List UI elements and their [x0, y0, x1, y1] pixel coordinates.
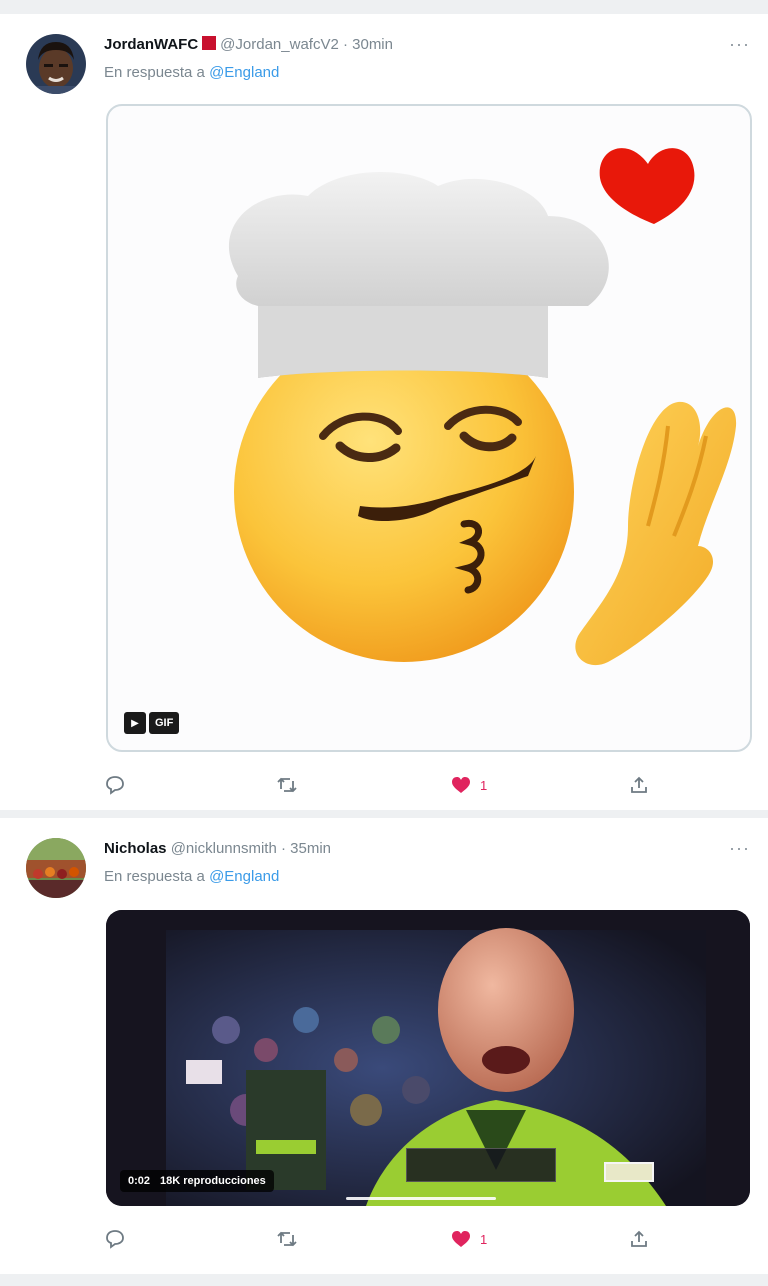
- retweet-icon: [277, 777, 297, 793]
- retweet-icon: [277, 1231, 297, 1247]
- video-progress-bar[interactable]: [346, 1197, 496, 1200]
- more-icon[interactable]: ···: [729, 838, 750, 859]
- tweet[interactable]: Nicholas @nicklunnsmith · 35min En respu…: [0, 818, 768, 1274]
- timestamp[interactable]: · 35min: [281, 840, 331, 857]
- divider: [0, 810, 768, 818]
- like-button[interactable]: 1: [450, 770, 487, 800]
- video-duration: 0:02: [128, 1175, 151, 1187]
- like-count: 1: [480, 777, 488, 793]
- reply-icon: [106, 776, 124, 795]
- reply-mention-link[interactable]: @England: [209, 64, 279, 81]
- reply-button[interactable]: [104, 770, 126, 800]
- gif-media[interactable]: ▶ GIF: [106, 104, 752, 752]
- reply-icon: [106, 1230, 124, 1249]
- avatar[interactable]: [26, 34, 86, 94]
- divider: [0, 1274, 768, 1286]
- display-name[interactable]: JordanWAFC: [104, 36, 198, 53]
- display-name[interactable]: Nicholas: [104, 840, 167, 857]
- share-icon: [631, 776, 647, 793]
- like-count: 1: [480, 1231, 488, 1247]
- reply-prefix: En respuesta a: [104, 868, 205, 885]
- share-button[interactable]: [628, 770, 650, 800]
- heart-filled-icon: [452, 1231, 470, 1247]
- flag-icon: [202, 36, 217, 50]
- timestamp[interactable]: · 30min: [343, 36, 393, 53]
- video-media[interactable]: 0:02 18K reproducciones: [106, 910, 750, 1206]
- tweet-actions: 1: [104, 770, 664, 800]
- chef-kiss-emoji-image: [228, 148, 737, 666]
- avatar[interactable]: [26, 838, 86, 898]
- play-icon[interactable]: ▶: [124, 712, 146, 734]
- reply-context: En respuesta a @England: [104, 64, 279, 81]
- reply-mention-link[interactable]: @England: [209, 868, 279, 885]
- gif-label: GIF: [149, 712, 180, 734]
- retweet-button[interactable]: [276, 1224, 298, 1254]
- reply-prefix: En respuesta a: [104, 64, 205, 81]
- reply-context: En respuesta a @England: [104, 868, 279, 885]
- more-icon[interactable]: ···: [729, 34, 750, 55]
- gif-badge: ▶ GIF: [124, 712, 180, 734]
- video-info-bar: 0:02 18K reproducciones: [120, 1170, 274, 1192]
- username[interactable]: @Jordan_wafcV2: [220, 36, 339, 53]
- tweet[interactable]: JordanWAFC @Jordan_wafcV2 · 30min En resp…: [0, 14, 768, 810]
- tweet-header: Nicholas @nicklunnsmith · 35min: [104, 840, 331, 857]
- retweet-button[interactable]: [276, 770, 298, 800]
- tweet-header: JordanWAFC @Jordan_wafcV2 · 30min: [104, 36, 393, 53]
- username[interactable]: @nicklunnsmith: [171, 840, 277, 857]
- like-button[interactable]: 1: [450, 1224, 487, 1254]
- video-views: 18K reproducciones: [160, 1175, 266, 1187]
- scoreboard-overlay: [406, 1148, 556, 1182]
- timeline-feed: JordanWAFC @Jordan_wafcV2 · 30min En resp…: [0, 0, 768, 1286]
- heart-filled-icon: [452, 777, 470, 793]
- share-button[interactable]: [628, 1224, 650, 1254]
- tweet-actions: 1: [104, 1224, 664, 1254]
- share-icon: [631, 1230, 647, 1247]
- divider: [0, 0, 768, 14]
- reply-button[interactable]: [104, 1224, 126, 1254]
